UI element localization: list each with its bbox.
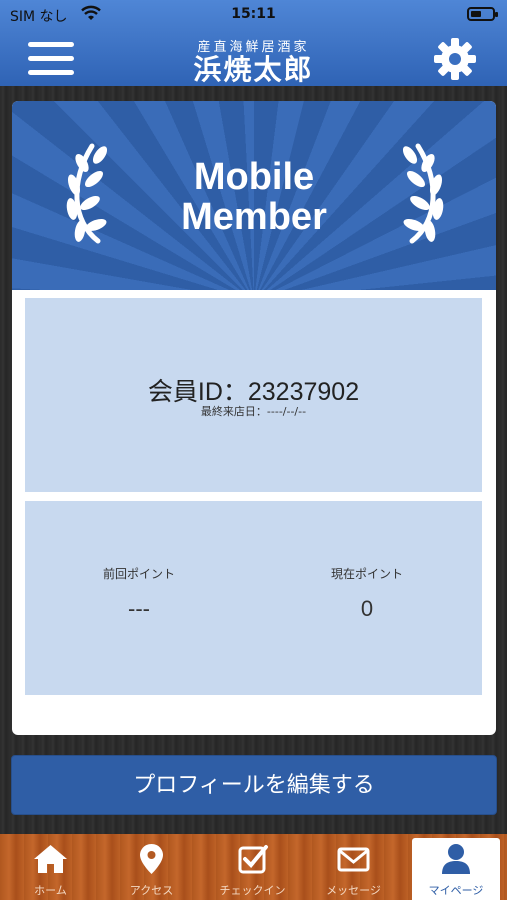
tab-checkin-label: チェックイン: [219, 884, 286, 897]
app-header: SIM なし 15:11 産直海鮮居酒家 浜焼太郎: [0, 0, 507, 86]
status-bar: SIM なし 15:11: [0, 0, 507, 30]
tab-bar: ホーム アクセス チェックイン メッセージ マイページ: [0, 834, 507, 900]
tab-message[interactable]: メッセージ: [303, 834, 404, 900]
previous-points-value: ---: [128, 596, 150, 621]
member-id-panel: 会員ID：23237902 最終来店日：----/--/--: [25, 298, 482, 492]
laurel-right-icon: [402, 143, 444, 244]
last-visit-date: 最終来店日：----/--/--: [200, 405, 307, 418]
tab-message-label: メッセージ: [326, 884, 381, 897]
app-logo: 産直海鮮居酒家 浜焼太郎: [0, 36, 507, 85]
tab-mypage-label: マイページ: [428, 884, 484, 897]
user-icon: [442, 844, 470, 874]
previous-points-label: 前回ポイント: [102, 567, 175, 581]
member-banner: Mobile Member: [12, 101, 496, 290]
gear-icon: [434, 38, 476, 80]
current-points: 現在ポイント 0: [253, 565, 481, 622]
home-icon: [34, 845, 67, 873]
current-points-label: 現在ポイント: [330, 567, 403, 581]
logo-title: 浜焼太郎: [193, 53, 314, 86]
settings-button[interactable]: [432, 36, 478, 82]
tab-home-label: ホーム: [34, 884, 67, 897]
edit-profile-button[interactable]: プロフィールを編集する: [11, 755, 497, 815]
member-card: Mobile Member 会員ID：23237902 最終来店日：----/-…: [12, 101, 496, 735]
tab-home[interactable]: ホーム: [0, 834, 101, 900]
map-pin-icon: [140, 844, 163, 874]
battery-icon: [467, 7, 498, 21]
current-points-value: 0: [360, 596, 374, 621]
envelope-icon: [337, 847, 370, 872]
previous-points: 前回ポイント ---: [25, 565, 253, 622]
checkbox-icon: [238, 845, 268, 874]
tab-access[interactable]: アクセス: [101, 834, 202, 900]
tab-access-label: アクセス: [129, 884, 174, 897]
tab-checkin[interactable]: チェックイン: [202, 834, 303, 900]
tab-mypage[interactable]: マイページ: [412, 838, 500, 900]
clock: 15:11: [231, 6, 276, 22]
points-panel: 前回ポイント --- 現在ポイント 0: [25, 501, 482, 695]
